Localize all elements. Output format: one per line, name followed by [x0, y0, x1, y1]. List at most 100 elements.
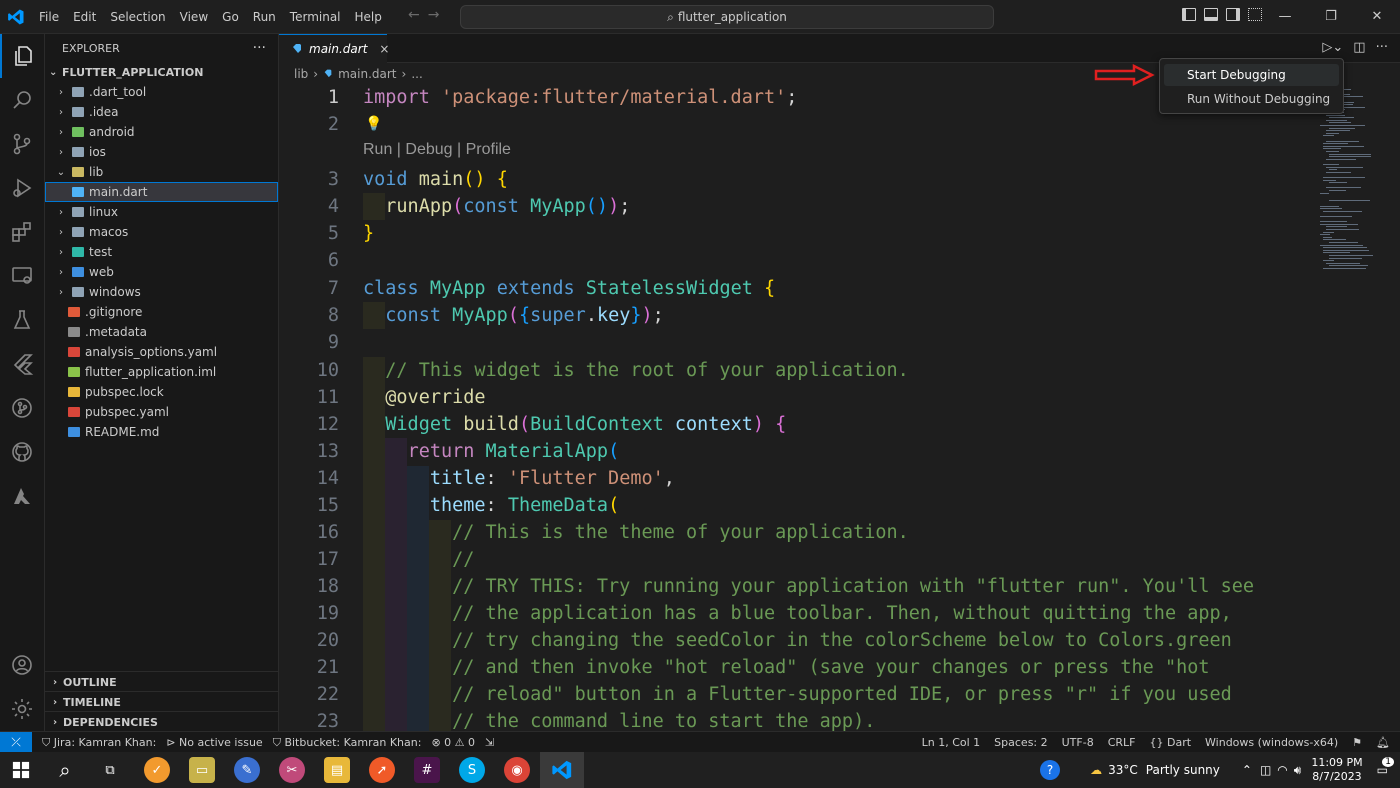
- minimize-icon[interactable]: —: [1262, 0, 1308, 33]
- menu-view[interactable]: View: [173, 10, 215, 24]
- tree-item[interactable]: › .dart_tool: [45, 82, 278, 102]
- menu-file[interactable]: File: [32, 10, 66, 24]
- flutter-icon[interactable]: [0, 342, 44, 386]
- run-debug-icon[interactable]: [0, 166, 44, 210]
- explorer-more-icon[interactable]: ···: [253, 40, 266, 56]
- menu-selection[interactable]: Selection: [103, 10, 172, 24]
- outline-section[interactable]: › OUTLINE: [45, 671, 278, 692]
- tree-item[interactable]: › android: [45, 122, 278, 142]
- tree-item[interactable]: › macos: [45, 222, 278, 242]
- back-arrow-icon[interactable]: ←: [408, 7, 428, 23]
- remote-explorer-icon[interactable]: [0, 254, 44, 298]
- target-device[interactable]: Windows (windows-x64): [1205, 736, 1338, 749]
- menu-run[interactable]: Run: [246, 10, 283, 24]
- remote-indicator-icon[interactable]: ⤫: [0, 732, 32, 753]
- toggle-primary-sidebar-icon[interactable]: [1182, 8, 1196, 21]
- maximize-icon[interactable]: ❐: [1308, 0, 1354, 33]
- source-control-icon[interactable]: [0, 122, 44, 166]
- postman-icon[interactable]: ➚: [369, 757, 395, 783]
- tree-item[interactable]: .metadata: [45, 322, 278, 342]
- menu-go[interactable]: Go: [215, 10, 246, 24]
- tree-item[interactable]: README.md: [45, 422, 278, 442]
- forward-arrow-icon[interactable]: →: [428, 7, 448, 23]
- tree-item[interactable]: › windows: [45, 282, 278, 302]
- snipping-tool-icon[interactable]: ✂: [279, 757, 305, 783]
- manage-gear-icon[interactable]: [0, 687, 44, 731]
- tree-item[interactable]: › ios: [45, 142, 278, 162]
- workspace-folder[interactable]: ⌄ FLUTTER_APPLICATION: [45, 62, 278, 82]
- tree-item[interactable]: ⌄ lib: [45, 162, 278, 182]
- extensions-icon[interactable]: [0, 210, 44, 254]
- cursor-position[interactable]: Ln 1, Col 1: [922, 736, 981, 749]
- file-explorer-icon[interactable]: ▤: [324, 757, 350, 783]
- azure-icon[interactable]: [0, 474, 44, 518]
- tree-item[interactable]: analysis_options.yaml: [45, 342, 278, 362]
- problems-status[interactable]: ⊗ 0 ⚠ 0: [431, 736, 475, 749]
- skype-icon[interactable]: S: [459, 757, 485, 783]
- breadcrumb-lib[interactable]: lib: [294, 67, 308, 81]
- breadcrumb-file[interactable]: main.dart: [338, 67, 396, 81]
- menu-help[interactable]: Help: [348, 10, 389, 24]
- explorer-icon[interactable]: [0, 34, 44, 78]
- jira-issue-status[interactable]: ⊳ No active issue: [166, 736, 262, 749]
- testing-icon[interactable]: [0, 298, 44, 342]
- toggle-panel-icon[interactable]: [1204, 8, 1218, 21]
- git-graph-icon[interactable]: [0, 386, 44, 430]
- accounts-icon[interactable]: [0, 643, 44, 687]
- breadcrumb-symbols[interactable]: ...: [411, 67, 422, 81]
- feedback-icon[interactable]: ⚑: [1352, 736, 1362, 749]
- split-editor-icon[interactable]: ◫: [1353, 40, 1365, 55]
- run-without-debugging-item[interactable]: Run Without Debugging: [1164, 88, 1339, 110]
- show-hidden-icons[interactable]: ⌃: [1242, 763, 1252, 777]
- task-view-icon[interactable]: ⧉: [97, 757, 123, 783]
- paint-app-icon[interactable]: ✎: [234, 757, 260, 783]
- wifi-icon[interactable]: ◠: [1277, 763, 1287, 777]
- clock[interactable]: 11:09 PM 8/7/2023: [1311, 756, 1362, 784]
- network-icon[interactable]: ◫: [1260, 763, 1271, 777]
- tree-item[interactable]: › linux: [45, 202, 278, 222]
- language-mode[interactable]: {} Dart: [1149, 736, 1191, 749]
- notification-center-icon[interactable]: ▭ 1: [1377, 757, 1394, 777]
- weather-condition[interactable]: Partly sunny: [1146, 763, 1220, 777]
- weather-temperature[interactable]: 33°C: [1108, 763, 1138, 777]
- search-view-icon[interactable]: [0, 78, 44, 122]
- taskbar-search-icon[interactable]: ⌕: [52, 757, 78, 783]
- slack-icon[interactable]: #: [414, 757, 440, 783]
- run-debug-dropdown-icon[interactable]: ▷⌄: [1322, 40, 1343, 55]
- code-editor[interactable]: 1 2 3 4 5 6 7 8 9 10 11 12 13 14 15 16 17 18 19 20 21 22 23 💡 …: [279, 84, 1309, 731]
- menu-edit[interactable]: Edit: [66, 10, 103, 24]
- tab-main-dart[interactable]: main.dart ×: [279, 34, 389, 63]
- folder-app-icon[interactable]: ▭: [189, 757, 215, 783]
- toggle-secondary-sidebar-icon[interactable]: [1226, 8, 1240, 21]
- customize-layout-icon[interactable]: [1248, 8, 1262, 21]
- tree-item[interactable]: pubspec.lock: [45, 382, 278, 402]
- todo-app-icon[interactable]: ✓: [144, 757, 170, 783]
- windows-start-icon[interactable]: [8, 757, 34, 783]
- run-status-icon[interactable]: ⇲: [485, 736, 494, 749]
- more-actions-icon[interactable]: ···: [1376, 40, 1388, 55]
- tree-item[interactable]: › test: [45, 242, 278, 262]
- close-tab-icon[interactable]: ×: [379, 42, 389, 56]
- tree-item[interactable]: .gitignore: [45, 302, 278, 322]
- tree-item[interactable]: flutter_application.iml: [45, 362, 278, 382]
- jira-status[interactable]: ⛉ Jira: Kamran Khan:: [42, 736, 156, 750]
- notifications-bell-icon[interactable]: 🔔︎: [1376, 736, 1390, 749]
- volume-icon[interactable]: 🔊︎: [1294, 763, 1302, 778]
- vscode-taskbar-icon[interactable]: [549, 757, 575, 783]
- bitbucket-status[interactable]: ⛉ Bitbucket: Kamran Khan:: [273, 736, 422, 750]
- dependencies-section[interactable]: › DEPENDENCIES: [45, 711, 278, 732]
- tree-item[interactable]: › .idea: [45, 102, 278, 122]
- codelens-run-debug-profile[interactable]: Run | Debug | Profile: [363, 139, 511, 161]
- start-debugging-item[interactable]: Start Debugging: [1164, 64, 1339, 86]
- github-icon[interactable]: [0, 430, 44, 474]
- chrome-icon[interactable]: ◉: [504, 757, 530, 783]
- tree-item[interactable]: › web: [45, 262, 278, 282]
- end-of-line[interactable]: CRLF: [1108, 736, 1136, 749]
- menu-terminal[interactable]: Terminal: [283, 10, 348, 24]
- timeline-section[interactable]: › TIMELINE: [45, 691, 278, 712]
- tree-item[interactable]: main.dart: [45, 182, 278, 202]
- close-window-icon[interactable]: ✕: [1354, 0, 1400, 33]
- indentation[interactable]: Spaces: 2: [994, 736, 1047, 749]
- command-center-search[interactable]: ⌕ flutter_application: [460, 5, 994, 29]
- tree-item[interactable]: pubspec.yaml: [45, 402, 278, 422]
